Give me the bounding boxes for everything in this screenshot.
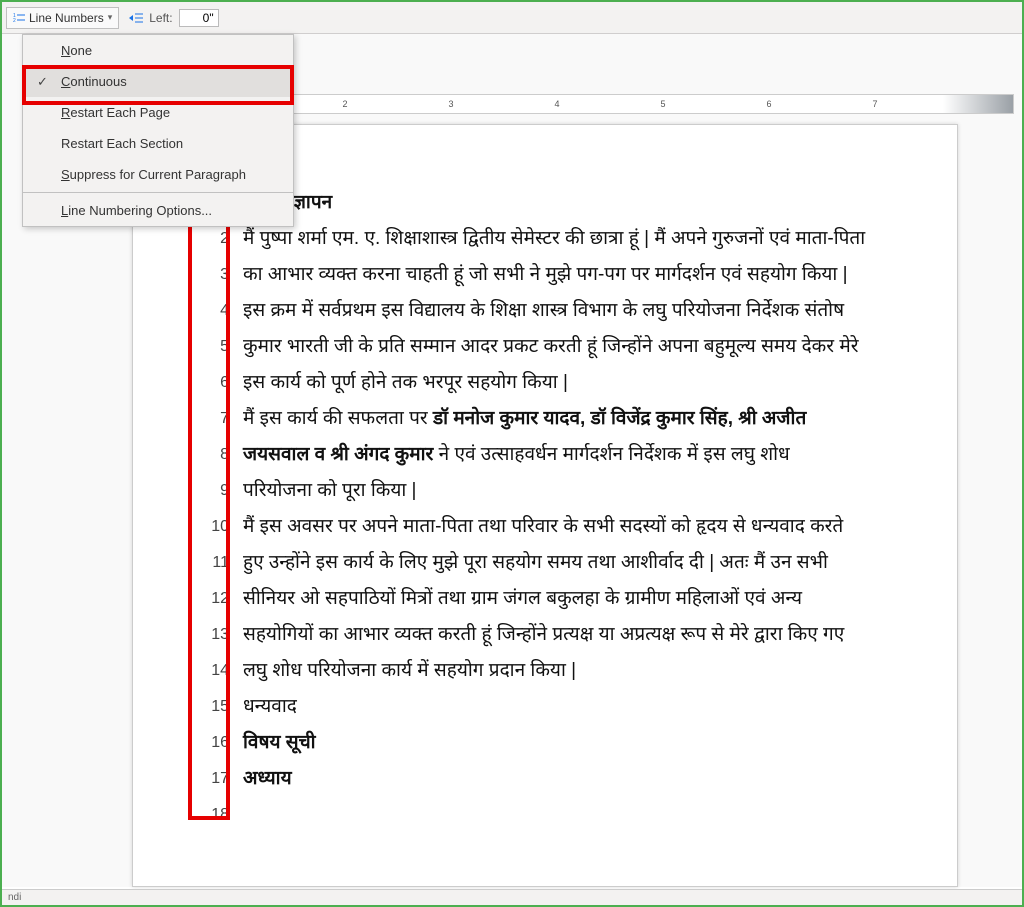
line-number-gutter: 123456789101112131415161718	[195, 185, 229, 833]
doc-line-14: सहयोगियों का आभार व्यक्त करती हूं जिन्हो…	[243, 617, 927, 653]
line-number: 9	[195, 473, 229, 509]
menu-item-continuous[interactable]: Continuous	[23, 66, 293, 97]
line-number: 5	[195, 329, 229, 365]
line-number: 11	[195, 545, 229, 581]
doc-line-10: परियोजना को पूरा किया |	[243, 473, 927, 509]
menu-item-restart-page[interactable]: Restart Each Page	[23, 97, 293, 128]
status-bar: ndi	[2, 889, 1022, 905]
doc-line-16: धन्यवाद	[243, 689, 927, 725]
line-number: 16	[195, 725, 229, 761]
line-numbers-label: Line Numbers	[29, 11, 104, 25]
doc-line-17: विषय सूची	[243, 725, 927, 761]
indent-left-group: Left:	[129, 9, 218, 27]
menu-separator	[23, 192, 293, 193]
line-numbers-dropdown: None Continuous Restart Each Page Restar…	[22, 34, 294, 227]
doc-line-5: कुमार भारती जी के प्रति सम्मान आदर प्रकट…	[243, 329, 927, 365]
menu-item-options[interactable]: Line Numbering Options...	[23, 195, 293, 226]
doc-line-4: इस क्रम में सर्वप्रथम इस विद्यालय के शिक…	[243, 293, 927, 329]
line-number: 6	[195, 365, 229, 401]
doc-line-13: सीनियर ओ सहपाठियों मित्रों तथा ग्राम जंग…	[243, 581, 927, 617]
menu-item-none[interactable]: None	[23, 35, 293, 66]
indent-left-input[interactable]	[179, 9, 219, 27]
doc-line-8: मैं इस कार्य की सफलता पर डॉ मनोज कुमार य…	[243, 401, 927, 437]
line-number: 15	[195, 689, 229, 725]
indent-left-icon	[129, 12, 143, 24]
menu-item-restart-section[interactable]: Restart Each Section	[23, 128, 293, 159]
line-number: 12	[195, 581, 229, 617]
doc-line-11: मैं इस अवसर पर अपने माता-पिता तथा परिवार…	[243, 509, 927, 545]
chevron-down-icon: ▾	[108, 12, 113, 23]
line-number: 17	[195, 761, 229, 797]
doc-line-15: लघु शोध परियोजना कार्य में सहयोग प्रदान …	[243, 653, 927, 689]
document-page: 123456789101112131415161718 आभार ज्ञापन …	[132, 124, 958, 887]
menu-item-suppress[interactable]: Suppress for Current Paragraph	[23, 159, 293, 190]
line-numbers-icon: 12	[13, 12, 25, 24]
line-number: 14	[195, 653, 229, 689]
line-number: 13	[195, 617, 229, 653]
line-number: 3	[195, 257, 229, 293]
document-body[interactable]: आभार ज्ञापन मैं पुष्पा शर्मा एम. ए. शिक्…	[243, 185, 927, 797]
doc-line-9: जयसवाल व श्री अंगद कुमार ने एवं उत्साहवर…	[243, 437, 927, 473]
line-number: 18	[195, 797, 229, 833]
doc-line-12: हुए उन्होंने इस कार्य के लिए मुझे पूरा स…	[243, 545, 927, 581]
doc-line-1: आभार ज्ञापन	[243, 185, 927, 221]
doc-line-2: मैं पुष्पा शर्मा एम. ए. शिक्षाशास्त्र द्…	[243, 221, 927, 257]
line-number: 7	[195, 401, 229, 437]
svg-text:2: 2	[13, 18, 16, 24]
doc-line-18: अध्याय	[243, 761, 927, 797]
line-number: 4	[195, 293, 229, 329]
line-number: 8	[195, 437, 229, 473]
line-number: 10	[195, 509, 229, 545]
toolbar: 12 Line Numbers ▾ Left:	[2, 2, 1022, 34]
doc-line-3: का आभार व्यक्त करना चाहती हूं जो सभी ने …	[243, 257, 927, 293]
status-language: ndi	[8, 892, 21, 903]
line-numbers-dropdown-button[interactable]: 12 Line Numbers ▾	[6, 7, 119, 29]
doc-line-6: इस कार्य को पूर्ण होने तक भरपूर सहयोग कि…	[243, 365, 927, 401]
left-label: Left:	[149, 11, 172, 25]
